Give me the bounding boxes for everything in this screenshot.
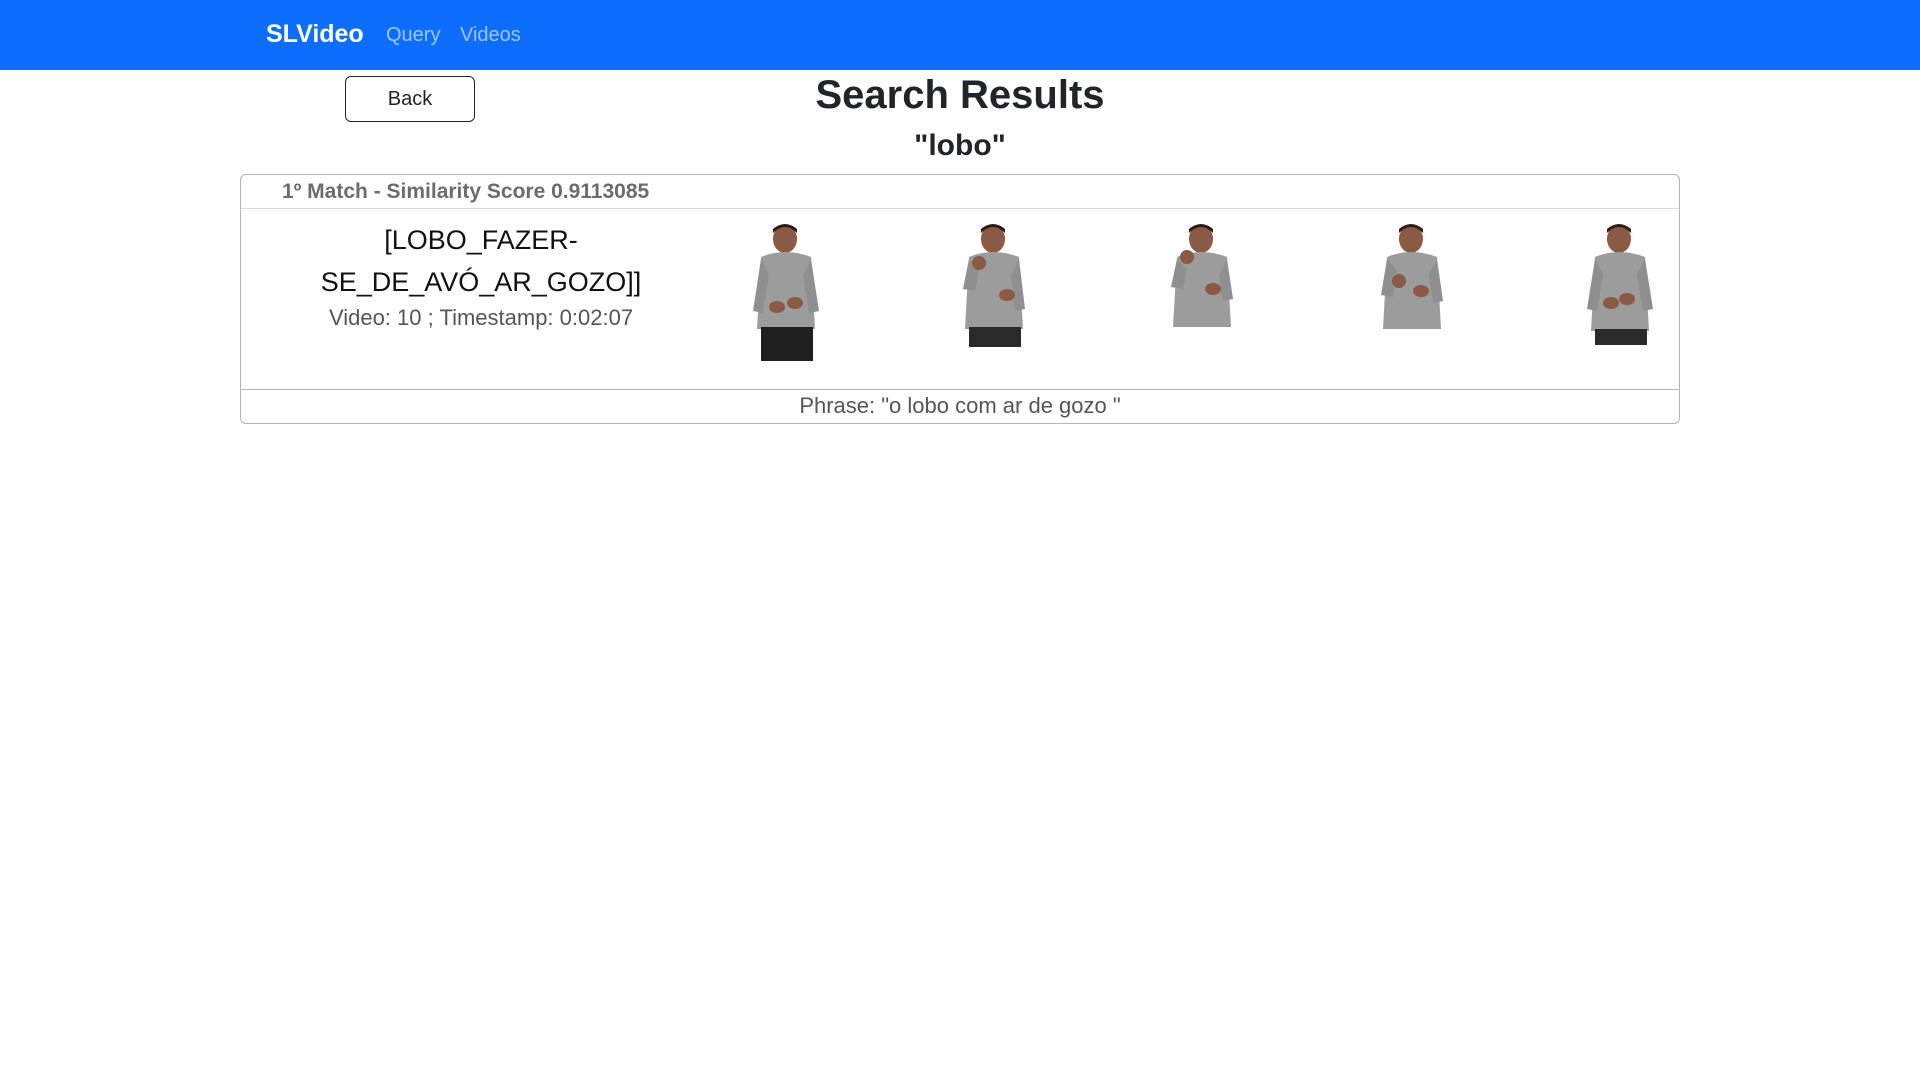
query-term: "lobo" xyxy=(914,129,1006,162)
nav-link-query[interactable]: Query xyxy=(386,24,440,47)
phrase-footer: Phrase: "o lobo com ar de gozo " xyxy=(241,389,1679,423)
navbar: SLVideo Query Videos xyxy=(0,0,1920,70)
video-timestamp: Video: 10 ; Timestamp: 0:02:07 xyxy=(328,305,634,330)
frame-strip xyxy=(731,211,1671,361)
match-title: 1º Match - Similarity Score 0.9113085 xyxy=(282,180,650,203)
video-frame-2[interactable] xyxy=(939,219,1049,363)
gloss-text: [LOBO_FAZER- SE_DE_AVÓ_AR_GOZO]] xyxy=(301,219,661,303)
nav-link-videos[interactable]: Videos xyxy=(460,24,521,47)
video-frame-4[interactable] xyxy=(1357,219,1467,363)
page-title: Search Results xyxy=(815,73,1105,117)
gloss-block: [LOBO_FAZER- SE_DE_AVÓ_AR_GOZO]] Video: … xyxy=(301,215,661,331)
gloss-line-1: [LOBO_FAZER- xyxy=(384,225,578,255)
video-frame-5[interactable] xyxy=(1565,219,1675,363)
result-card-header: 1º Match - Similarity Score 0.9113085 xyxy=(241,175,1679,209)
result-card: 1º Match - Similarity Score 0.9113085 [L… xyxy=(240,174,1680,424)
brand-logo[interactable]: SLVideo xyxy=(266,20,364,49)
video-frame-3[interactable] xyxy=(1147,219,1257,363)
gloss-line-2: SE_DE_AVÓ_AR_GOZO]] xyxy=(320,267,642,297)
video-frame-1[interactable] xyxy=(731,219,841,363)
